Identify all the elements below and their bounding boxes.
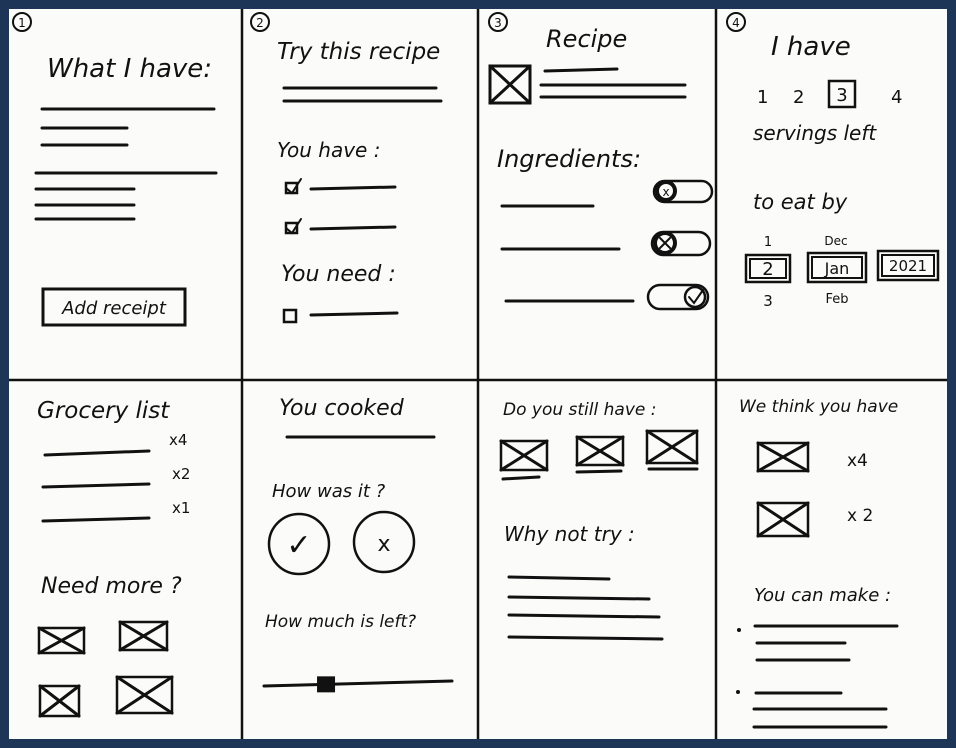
month-above: Dec (824, 234, 847, 248)
how-much-left-label: How much is left? (265, 612, 416, 632)
serving-option-2[interactable]: 2 (793, 87, 804, 108)
product-image-icon[interactable] (756, 441, 810, 473)
rate-no-button[interactable]: x (352, 510, 416, 574)
x-icon: x (377, 532, 390, 557)
toggle-off[interactable]: x (652, 179, 714, 204)
panel-title: Do you still have : (503, 400, 656, 420)
panel-title: Try this recipe (277, 39, 440, 65)
panel-2: 2 Try this recipe You have : You need : (250, 12, 443, 324)
product-image-icon[interactable] (38, 684, 81, 718)
servings-label: servings left (753, 121, 877, 145)
panel-1: 1 What I have: Add receipt (12, 12, 218, 327)
panel-5: Grocery list x4 x2 x1 Need more ? (37, 398, 190, 718)
grocery-qty: x1 (172, 499, 190, 517)
x-icon: x (662, 185, 669, 199)
date-picker[interactable]: 1 2 3 Dec Jan Feb 2021 (744, 234, 940, 310)
have-item-2[interactable] (284, 218, 397, 235)
ingredients-label: Ingredients: (497, 145, 641, 173)
quantity-label: x 2 (847, 506, 873, 526)
slider-track[interactable] (262, 679, 454, 688)
panel-3: 3 Recipe Ingredients: x (488, 12, 714, 311)
panel-title: We think you have (739, 397, 898, 417)
panel-number: 2 (256, 16, 264, 30)
have-item-1[interactable] (284, 178, 397, 195)
add-receipt-label: Add receipt (61, 298, 167, 319)
ingredient-row-2 (500, 230, 712, 257)
product-image-icon[interactable] (118, 620, 169, 652)
storyboard-svg: 1 What I have: Add receipt 2 Try this re… (9, 9, 947, 739)
year-selected[interactable]: 2021 (889, 257, 927, 275)
suggestion-lines (507, 575, 664, 641)
toggle-off[interactable] (650, 230, 712, 257)
serving-option-4[interactable]: 4 (891, 87, 902, 108)
product-image-icon[interactable] (756, 501, 810, 538)
product-image-icon[interactable] (37, 626, 86, 655)
day-below: 3 (763, 292, 773, 310)
amount-left-slider[interactable] (262, 676, 454, 693)
panel-grid (9, 9, 947, 739)
panel-title: Recipe (546, 25, 627, 53)
panel-title: I have (771, 32, 851, 62)
day-above: 1 (764, 235, 772, 250)
recipe-suggestion[interactable] (737, 624, 899, 662)
bullet-icon (737, 628, 741, 632)
ingredient-row-3 (504, 283, 710, 311)
need-more-label: Need more ? (41, 574, 182, 599)
checkbox-unchecked[interactable] (282, 308, 298, 324)
month-selected[interactable]: Jan (824, 259, 850, 278)
panel-7: Do you still have : Why not try : (499, 400, 699, 641)
panel-title: What I have: (47, 54, 212, 84)
product-image-icon[interactable] (575, 435, 625, 474)
panel-4: 4 I have 1 2 3 4 servings left to eat by… (726, 12, 940, 310)
day-selected[interactable]: 2 (762, 259, 773, 280)
panel-title: Grocery list (37, 398, 170, 424)
panel-8: We think you have x4 x 2 You can make : (736, 397, 899, 729)
panel-number: 1 (18, 16, 26, 30)
panel-number: 3 (494, 16, 502, 30)
add-receipt-button[interactable]: Add receipt (41, 287, 187, 327)
serving-option-selected[interactable]: 3 (836, 85, 847, 106)
eat-by-label: to eat by (753, 190, 848, 214)
you-have-label: You have : (277, 138, 380, 162)
slider-thumb[interactable] (317, 676, 336, 693)
servings-picker[interactable]: 1 2 3 4 (757, 79, 902, 109)
product-image-icon[interactable] (645, 429, 699, 471)
inventory-lines (34, 107, 218, 221)
month-below: Feb (825, 292, 848, 307)
you-need-label: You need : (281, 262, 396, 287)
check-icon (285, 218, 302, 235)
panel-title: You cooked (279, 396, 405, 421)
bullet-icon (736, 690, 740, 694)
you-can-make-label: You can make : (754, 585, 891, 606)
serving-option-1[interactable]: 1 (757, 87, 768, 108)
check-icon (688, 289, 704, 305)
rate-yes-button[interactable]: ✓ (267, 512, 331, 576)
grocery-qty: x4 (169, 431, 187, 449)
quantity-label: x4 (847, 451, 868, 471)
how-was-it-label: How was it ? (272, 481, 386, 502)
check-icon (285, 178, 302, 195)
check-icon: ✓ (286, 528, 311, 563)
panel-6: You cooked How was it ? ✓ x How much is … (262, 396, 454, 693)
storyboard-sheet: 1 What I have: Add receipt 2 Try this re… (9, 9, 947, 739)
toggle-on[interactable] (646, 283, 710, 311)
panel-number: 4 (732, 16, 740, 30)
product-image-icon[interactable] (115, 675, 174, 715)
product-image-icon[interactable] (499, 439, 549, 481)
ingredient-row-1: x (500, 179, 714, 208)
recipe-image-icon (488, 64, 532, 105)
need-item-1[interactable] (282, 308, 399, 324)
grocery-list: x4 x2 x1 (41, 431, 190, 523)
why-not-try-label: Why not try : (504, 522, 635, 546)
grocery-qty: x2 (172, 465, 190, 483)
recipe-suggestion[interactable] (736, 690, 888, 729)
